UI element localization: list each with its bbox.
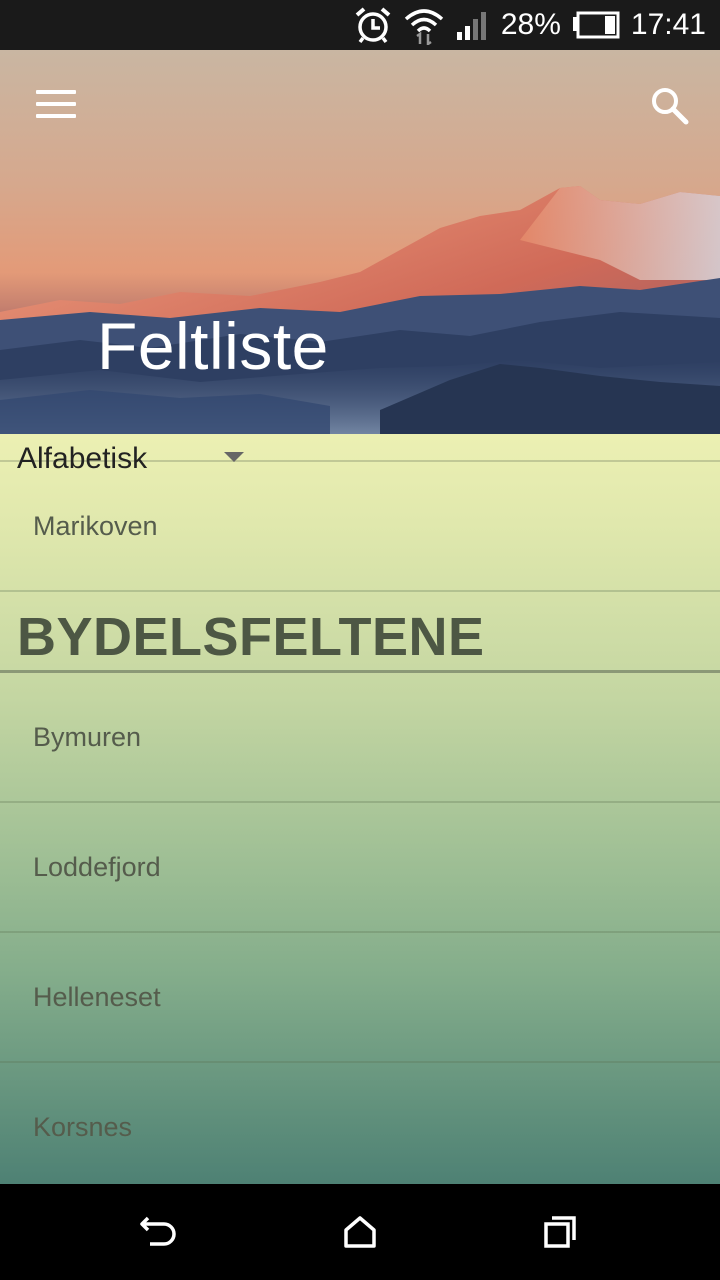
navigation-bar bbox=[0, 1184, 720, 1280]
list-item-korsnes[interactable]: Korsnes bbox=[0, 1061, 720, 1184]
wifi-icon bbox=[403, 5, 445, 45]
list-item-label: Bymuren bbox=[33, 722, 142, 752]
section-title: BYDELSFELTENE bbox=[17, 607, 485, 667]
status-bar: 28% 17:41 bbox=[0, 0, 720, 50]
page-title: Feltliste bbox=[97, 309, 329, 383]
menu-button[interactable] bbox=[36, 90, 76, 122]
home-icon bbox=[344, 1216, 376, 1248]
battery-percent: 28% bbox=[500, 8, 561, 41]
hamburger-menu-icon-line bbox=[36, 114, 76, 118]
section-header: BYDELSFELTENE bbox=[0, 590, 720, 673]
recents-icon bbox=[544, 1216, 576, 1248]
list-item-bymuren[interactable]: Bymuren bbox=[0, 671, 720, 803]
list-item-label: Helleneset bbox=[33, 982, 161, 1012]
field-list: Alfabetisk Marikoven BYDELSFELTENE Bymur… bbox=[0, 434, 720, 1184]
back-icon bbox=[140, 1216, 176, 1246]
search-icon bbox=[652, 88, 689, 125]
home-button[interactable] bbox=[342, 1214, 382, 1250]
search-button[interactable] bbox=[650, 86, 690, 126]
status-time: 17:41 bbox=[630, 8, 706, 41]
status-bar-icons: 28% 17:41 bbox=[353, 0, 706, 50]
list-item-label: Marikoven bbox=[33, 511, 158, 541]
cellular-signal-icon bbox=[455, 10, 491, 40]
list-item-label: Korsnes bbox=[33, 1112, 133, 1142]
alarm-icon bbox=[353, 5, 393, 45]
list-item-helleneset[interactable]: Helleneset bbox=[0, 931, 720, 1063]
list-item-loddefjord[interactable]: Loddefjord bbox=[0, 801, 720, 933]
header-banner: Feltliste bbox=[0, 50, 720, 434]
battery-icon bbox=[571, 11, 621, 39]
hamburger-menu-icon bbox=[36, 90, 76, 94]
sort-dropdown[interactable]: Alfabetisk bbox=[0, 434, 720, 475]
list-item-label: Loddefjord bbox=[33, 852, 161, 882]
hamburger-menu-icon-line bbox=[36, 102, 76, 106]
recents-button[interactable] bbox=[542, 1214, 582, 1250]
back-button[interactable] bbox=[140, 1214, 180, 1250]
list-item-marikoven[interactable]: Marikoven bbox=[0, 460, 720, 592]
